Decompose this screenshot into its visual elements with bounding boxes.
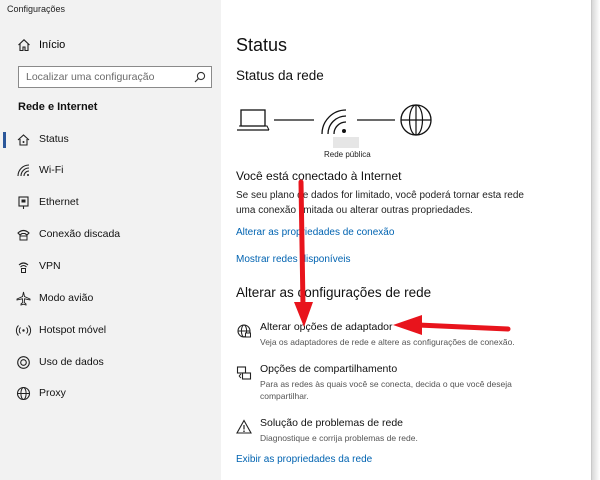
change-connection-properties-link[interactable]: Alterar as propriedades de conexão (236, 227, 394, 238)
sidebar-item-label: Wi-Fi (39, 164, 64, 176)
hotspot-icon (15, 323, 32, 338)
sidebar-item-label: Uso de dados (39, 356, 104, 368)
sharing-icon (236, 365, 252, 381)
sharing-options-desc: Para as redes às quais você se conecta, … (260, 379, 512, 401)
search-icon[interactable] (194, 71, 206, 83)
show-available-networks-link[interactable]: Mostrar redes disponíveis (236, 254, 351, 265)
adapter-icon (236, 323, 252, 339)
search-input[interactable]: Localizar uma configuração (18, 66, 212, 88)
home-icon (17, 38, 31, 52)
sidebar-item-label: Proxy (39, 387, 66, 399)
connection-status-desc: Se seu plano de dados for limitado, você… (236, 190, 524, 216)
sidebar-item-data-usage[interactable]: Uso de dados (0, 350, 221, 376)
blurred-network-name (333, 137, 359, 148)
network-status-title: Status da rede (236, 68, 324, 83)
home-label: Início (39, 39, 66, 51)
sidebar: Configurações Início Localizar uma confi… (0, 0, 221, 480)
sidebar-item-label: Ethernet (39, 196, 79, 208)
adapter-options-item[interactable]: Alterar opções de adaptador Veja os adap… (236, 321, 576, 357)
page-title: Status (236, 35, 288, 55)
troubleshooter-desc: Diagnostique e corrija problemas de rede… (260, 433, 418, 443)
sidebar-item-airplane-mode[interactable]: Modo avião (0, 286, 221, 312)
sidebar-item-hotspot[interactable]: Hotspot móvel (0, 318, 221, 344)
search-placeholder: Localizar uma configuração (26, 71, 155, 83)
airplane-icon (16, 291, 31, 306)
sidebar-item-ethernet[interactable]: Ethernet (0, 190, 221, 216)
sidebar-item-vpn[interactable]: VPN (0, 254, 221, 280)
home-nav-item[interactable]: Início (0, 34, 221, 58)
sidebar-item-label: Modo avião (39, 292, 94, 304)
network-type-label: Rede pública (324, 150, 371, 159)
vpn-icon (16, 259, 31, 274)
window-shadow (592, 0, 600, 480)
view-network-properties-link[interactable]: Exibir as propriedades da rede (236, 454, 372, 465)
network-troubleshooter-item[interactable]: Solução de problemas de rede Diagnostiqu… (236, 417, 576, 453)
dialup-icon (16, 227, 31, 242)
app-title: Configurações (7, 4, 66, 14)
sidebar-item-status[interactable]: Status (0, 127, 221, 153)
main-content: Status Status da rede Rede pública Você … (221, 0, 592, 480)
sidebar-section-title: Rede e Internet (18, 101, 98, 113)
laptop-icon (237, 109, 270, 131)
sidebar-item-label: VPN (39, 260, 61, 272)
sidebar-item-label: Status (39, 133, 69, 145)
change-settings-title: Alterar as configurações de rede (236, 285, 432, 300)
sidebar-item-label: Conexão discada (39, 228, 121, 240)
home-network-icon (16, 132, 31, 147)
settings-window: Configurações Início Localizar uma confi… (0, 0, 592, 480)
sharing-options-item[interactable]: Opções de compartilhamento Para as redes… (236, 363, 576, 401)
ethernet-icon (16, 195, 31, 210)
sidebar-item-proxy[interactable]: Proxy (0, 381, 221, 407)
data-usage-icon (16, 355, 31, 370)
sidebar-item-wifi[interactable]: Wi-Fi (0, 158, 221, 184)
wifi-router-icon (321, 109, 347, 135)
globe-icon (16, 386, 31, 401)
wifi-icon (16, 163, 31, 178)
sidebar-item-dialup[interactable]: Conexão discada (0, 222, 221, 248)
adapter-options-title: Alterar opções de adaptador (260, 321, 393, 333)
adapter-options-desc: Veja os adaptadores de rede e altere as … (260, 337, 515, 347)
connection-status-title: Você está conectado à Internet (236, 169, 402, 183)
sidebar-item-label: Hotspot móvel (39, 324, 107, 336)
warning-icon (236, 419, 252, 435)
internet-globe-icon (400, 104, 432, 136)
troubleshooter-title: Solução de problemas de rede (260, 417, 404, 429)
sharing-options-title: Opções de compartilhamento (260, 363, 398, 375)
active-indicator (3, 132, 6, 148)
network-diagram: Rede pública (236, 100, 446, 162)
